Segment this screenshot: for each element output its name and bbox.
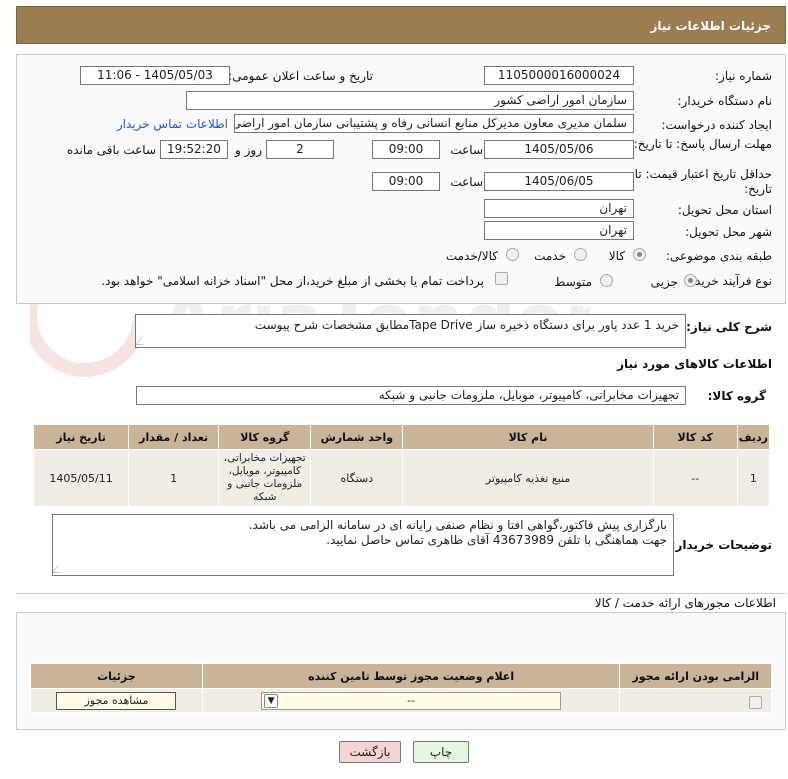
days-field: 2 (266, 140, 334, 159)
announce-label: تاریخ و ساعت اعلان عمومی: (228, 69, 373, 83)
chevron-down-icon[interactable]: ▼ (264, 693, 279, 708)
buyer-notes-textarea[interactable]: بارگزاری پیش فاکتور،گواهی افتا و نظام صن… (51, 514, 674, 576)
category-goods-service-radio[interactable] (506, 248, 519, 261)
permit-required-checkbox[interactable] (749, 696, 762, 709)
description-text: خرید 1 عدد پاور برای دستگاه ذخیره ساز Ta… (254, 318, 679, 332)
buyer-notes-label: توضیحات خریدار: (670, 538, 772, 552)
category-goods-label: کالا (608, 249, 625, 263)
reply-time-label: ساعت (450, 143, 483, 157)
section-divider (16, 593, 786, 594)
back-button[interactable]: بازگشت (339, 741, 401, 763)
col-code: کد کالا (652, 424, 738, 450)
payment-note: پرداخت تمام یا بخشی از مبلغ خرید،از محل … (101, 274, 484, 288)
cell-permit-required (619, 688, 772, 713)
treasury-payment-checkbox[interactable] (495, 272, 508, 285)
description-label: شرح کلی نیاز: (686, 320, 772, 334)
table-row: -- ▼ مشاهده مجوز (30, 688, 772, 713)
cell-code: -- (652, 449, 738, 507)
buyer-org-label: نام دستگاه خریدار: (677, 94, 773, 108)
city-field: تهران (484, 221, 634, 240)
resize-grip-icon[interactable] (134, 337, 150, 345)
buyer-notes-line1: بارگزاری پیش فاکتور،گواهی افتا و نظام صن… (248, 518, 667, 532)
reply-date-field: 1405/05/06 (484, 140, 634, 159)
process-label: نوع فرآیند خرید : (687, 274, 772, 288)
permits-table: الزامی بودن ارائه مجوز اعلام وضعیت مجوز … (30, 663, 772, 713)
cell-row: 1 (736, 449, 771, 507)
cell-permit-details: مشاهده مجوز (30, 688, 203, 713)
cell-group: تجهیزات مخابراتی، کامپیوتر، موبایل، ملزو… (218, 449, 312, 507)
goods-section-title: اطلاعات کالاهای مورد نیاز (617, 357, 772, 371)
category-goods-radio[interactable] (633, 248, 646, 261)
col-permit-required: الزامی بودن ارائه مجوز (619, 663, 772, 689)
process-minor-radio[interactable] (684, 274, 697, 287)
resize-grip-icon[interactable] (51, 565, 67, 573)
col-row: ردیف (736, 424, 771, 450)
cell-qty: 1 (128, 449, 220, 507)
process-medium-label: متوسط (554, 275, 592, 289)
creator-field: سلمان مدیری معاون مدیرکل منابع انسانی رف… (234, 114, 634, 133)
col-qty: تعداد / مقدار (128, 424, 220, 450)
days-label: روز و (235, 143, 262, 157)
page-title: جزئیات اطلاعات نیاز (650, 19, 771, 33)
cell-name: منبع تغذیه کامپیوتر (402, 449, 654, 507)
permits-table-header: الزامی بودن ارائه مجوز اعلام وضعیت مجوز … (30, 663, 772, 689)
reply-deadline-label: مهلت ارسال پاسخ: تا تاریخ: (633, 137, 772, 151)
cell-date: 1405/05/11 (32, 449, 130, 507)
need-number-label: شماره نیاز: (715, 69, 772, 83)
need-number-field: 1105000016000024 (484, 66, 634, 85)
goods-group-label: گروه کالا: (707, 389, 766, 403)
col-unit: واحد شمارش (310, 424, 404, 450)
cell-permit-status: -- ▼ (201, 688, 621, 713)
creator-label: ایجاد کننده درخواست: (661, 118, 772, 132)
goods-group-field: تجهیزات مخابراتی، کامپیوتر، موبایل، ملزو… (136, 386, 686, 405)
province-label: استان محل تحویل: (677, 203, 772, 217)
price-date-field: 1405/06/05 (484, 172, 634, 191)
category-goods-service-label: کالا/خدمت (445, 249, 498, 263)
announce-field: 1405/05/03 - 11:06 (80, 66, 230, 85)
buyer-notes-line2: جهت هماهنگی با تلفن 43673989 آقای طاهری … (326, 533, 667, 547)
description-textarea[interactable]: خرید 1 عدد پاور برای دستگاه ذخیره ساز Ta… (134, 314, 686, 348)
goods-table-header: ردیف کد کالا نام کالا واحد شمارش گروه کا… (32, 424, 771, 450)
category-service-label: خدمت (534, 249, 566, 263)
table-row: 1 -- منبع تغذیه کامپیوتر دستگاه تجهیزات … (32, 449, 771, 507)
permit-status-value: -- (407, 693, 416, 707)
buyer-contact-link[interactable]: اطلاعات تماس خریدار (117, 117, 228, 131)
permit-status-select[interactable]: -- ▼ (261, 691, 562, 710)
col-permit-details: جزئیات (30, 663, 203, 689)
view-permit-button[interactable]: مشاهده مجوز (56, 691, 177, 710)
page-header: جزئیات اطلاعات نیاز (16, 6, 786, 44)
col-name: نام کالا (402, 424, 654, 450)
reply-time-field: 09:00 (372, 140, 440, 159)
category-service-radio[interactable] (574, 248, 587, 261)
buyer-org-field: سازمان امور اراضی کشور (186, 91, 634, 110)
province-field: تهران (484, 199, 634, 218)
process-minor-label: جزیی (650, 275, 678, 289)
col-group: گروه کالا (218, 424, 312, 450)
permits-title: اطلاعات مجوزهای ارائه خدمت / کالا (594, 596, 776, 610)
remaining-label: ساعت باقی مانده (66, 143, 156, 157)
cell-unit: دستگاه (310, 449, 404, 507)
category-label: طبقه بندی موضوعی: (665, 249, 772, 263)
remaining-time-field: 19:52:20 (160, 140, 228, 159)
process-medium-radio[interactable] (600, 274, 613, 287)
price-time-field: 09:00 (372, 172, 440, 191)
col-permit-status: اعلام وضعیت مجوز توسط تامین کننده (201, 663, 621, 689)
city-label: شهر محل تحویل: (685, 225, 772, 239)
price-time-label: ساعت (450, 175, 483, 189)
goods-table: ردیف کد کالا نام کالا واحد شمارش گروه کا… (32, 424, 771, 507)
price-deadline-label: حداقل تاریخ اعتبار قیمت: تا تاریخ: (634, 167, 772, 196)
col-date: تاریخ نیاز (32, 424, 130, 450)
print-button[interactable]: چاپ (413, 741, 469, 763)
